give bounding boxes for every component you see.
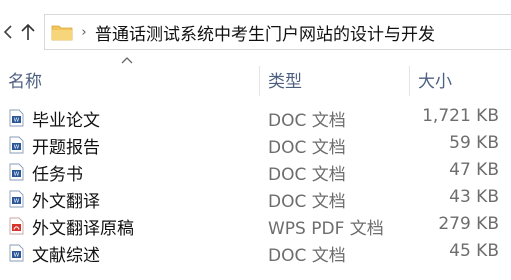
breadcrumb-separator[interactable]: › — [75, 25, 93, 40]
svg-text:W: W — [14, 172, 20, 178]
column-divider[interactable] — [259, 66, 260, 96]
file-type: DOC 文档 — [268, 246, 346, 266]
file-size: 279 KB — [438, 214, 499, 234]
file-row[interactable]: W 任务书 DOC 文档 47 KB — [0, 158, 511, 185]
file-row[interactable]: 外文翻译原稿 WPS PDF 文档 279 KB — [0, 212, 511, 239]
file-size: 43 KB — [449, 187, 499, 207]
file-row[interactable]: W 毕业论文 DOC 文档 1,721 KB — [0, 104, 511, 131]
column-header-row: 名称 类型 大小 — [0, 62, 511, 96]
file-name: 外文翻译 — [32, 192, 100, 212]
file-type: WPS PDF 文档 — [268, 219, 384, 239]
file-name: 外文翻译原稿 — [32, 219, 134, 239]
svg-text:W: W — [14, 118, 20, 124]
file-name: 开题报告 — [32, 138, 100, 158]
word-doc-icon: W — [9, 244, 24, 262]
file-list: W 毕业论文 DOC 文档 1,721 KB W 开题报告 DOC 文档 59 … — [0, 104, 511, 266]
svg-text:W: W — [14, 253, 20, 259]
word-doc-icon: W — [9, 163, 24, 181]
column-header-size[interactable]: 大小 — [418, 62, 508, 96]
file-size: 47 KB — [449, 160, 499, 180]
file-size: 45 KB — [449, 241, 499, 261]
file-row[interactable]: W 外文翻译 DOC 文档 43 KB — [0, 185, 511, 212]
column-divider[interactable] — [409, 66, 410, 96]
file-type: DOC 文档 — [268, 138, 346, 158]
arrow-up-icon — [21, 23, 35, 40]
column-header-name[interactable]: 名称 — [8, 62, 258, 96]
word-doc-icon: W — [9, 190, 24, 208]
file-type: DOC 文档 — [268, 165, 346, 185]
file-name: 任务书 — [32, 165, 83, 185]
address-field[interactable]: › 普通话测试系统中考生门户网站的设计与开发 — [44, 14, 511, 50]
up-button[interactable] — [14, 18, 42, 46]
file-row[interactable]: W 文献综述 DOC 文档 45 KB — [0, 239, 511, 266]
file-name: 文献综述 — [32, 246, 100, 266]
breadcrumb-folder[interactable]: 普通话测试系统中考生门户网站的设计与开发 — [95, 20, 435, 45]
pdf-icon — [9, 217, 24, 235]
chevron-left-icon[interactable] — [2, 24, 14, 40]
column-header-type[interactable]: 类型 — [268, 62, 408, 96]
file-size: 59 KB — [449, 133, 499, 153]
folder-icon — [51, 25, 73, 41]
word-doc-icon: W — [9, 136, 24, 154]
file-size: 1,721 KB — [422, 106, 499, 126]
address-bar: › 普通话测试系统中考生门户网站的设计与开发 — [0, 0, 511, 62]
svg-text:W: W — [14, 199, 20, 205]
word-doc-icon: W — [9, 109, 24, 127]
svg-text:W: W — [14, 145, 20, 151]
file-type: DOC 文档 — [268, 192, 346, 212]
file-type: DOC 文档 — [268, 111, 346, 131]
file-row[interactable]: W 开题报告 DOC 文档 59 KB — [0, 131, 511, 158]
file-name: 毕业论文 — [32, 111, 100, 131]
